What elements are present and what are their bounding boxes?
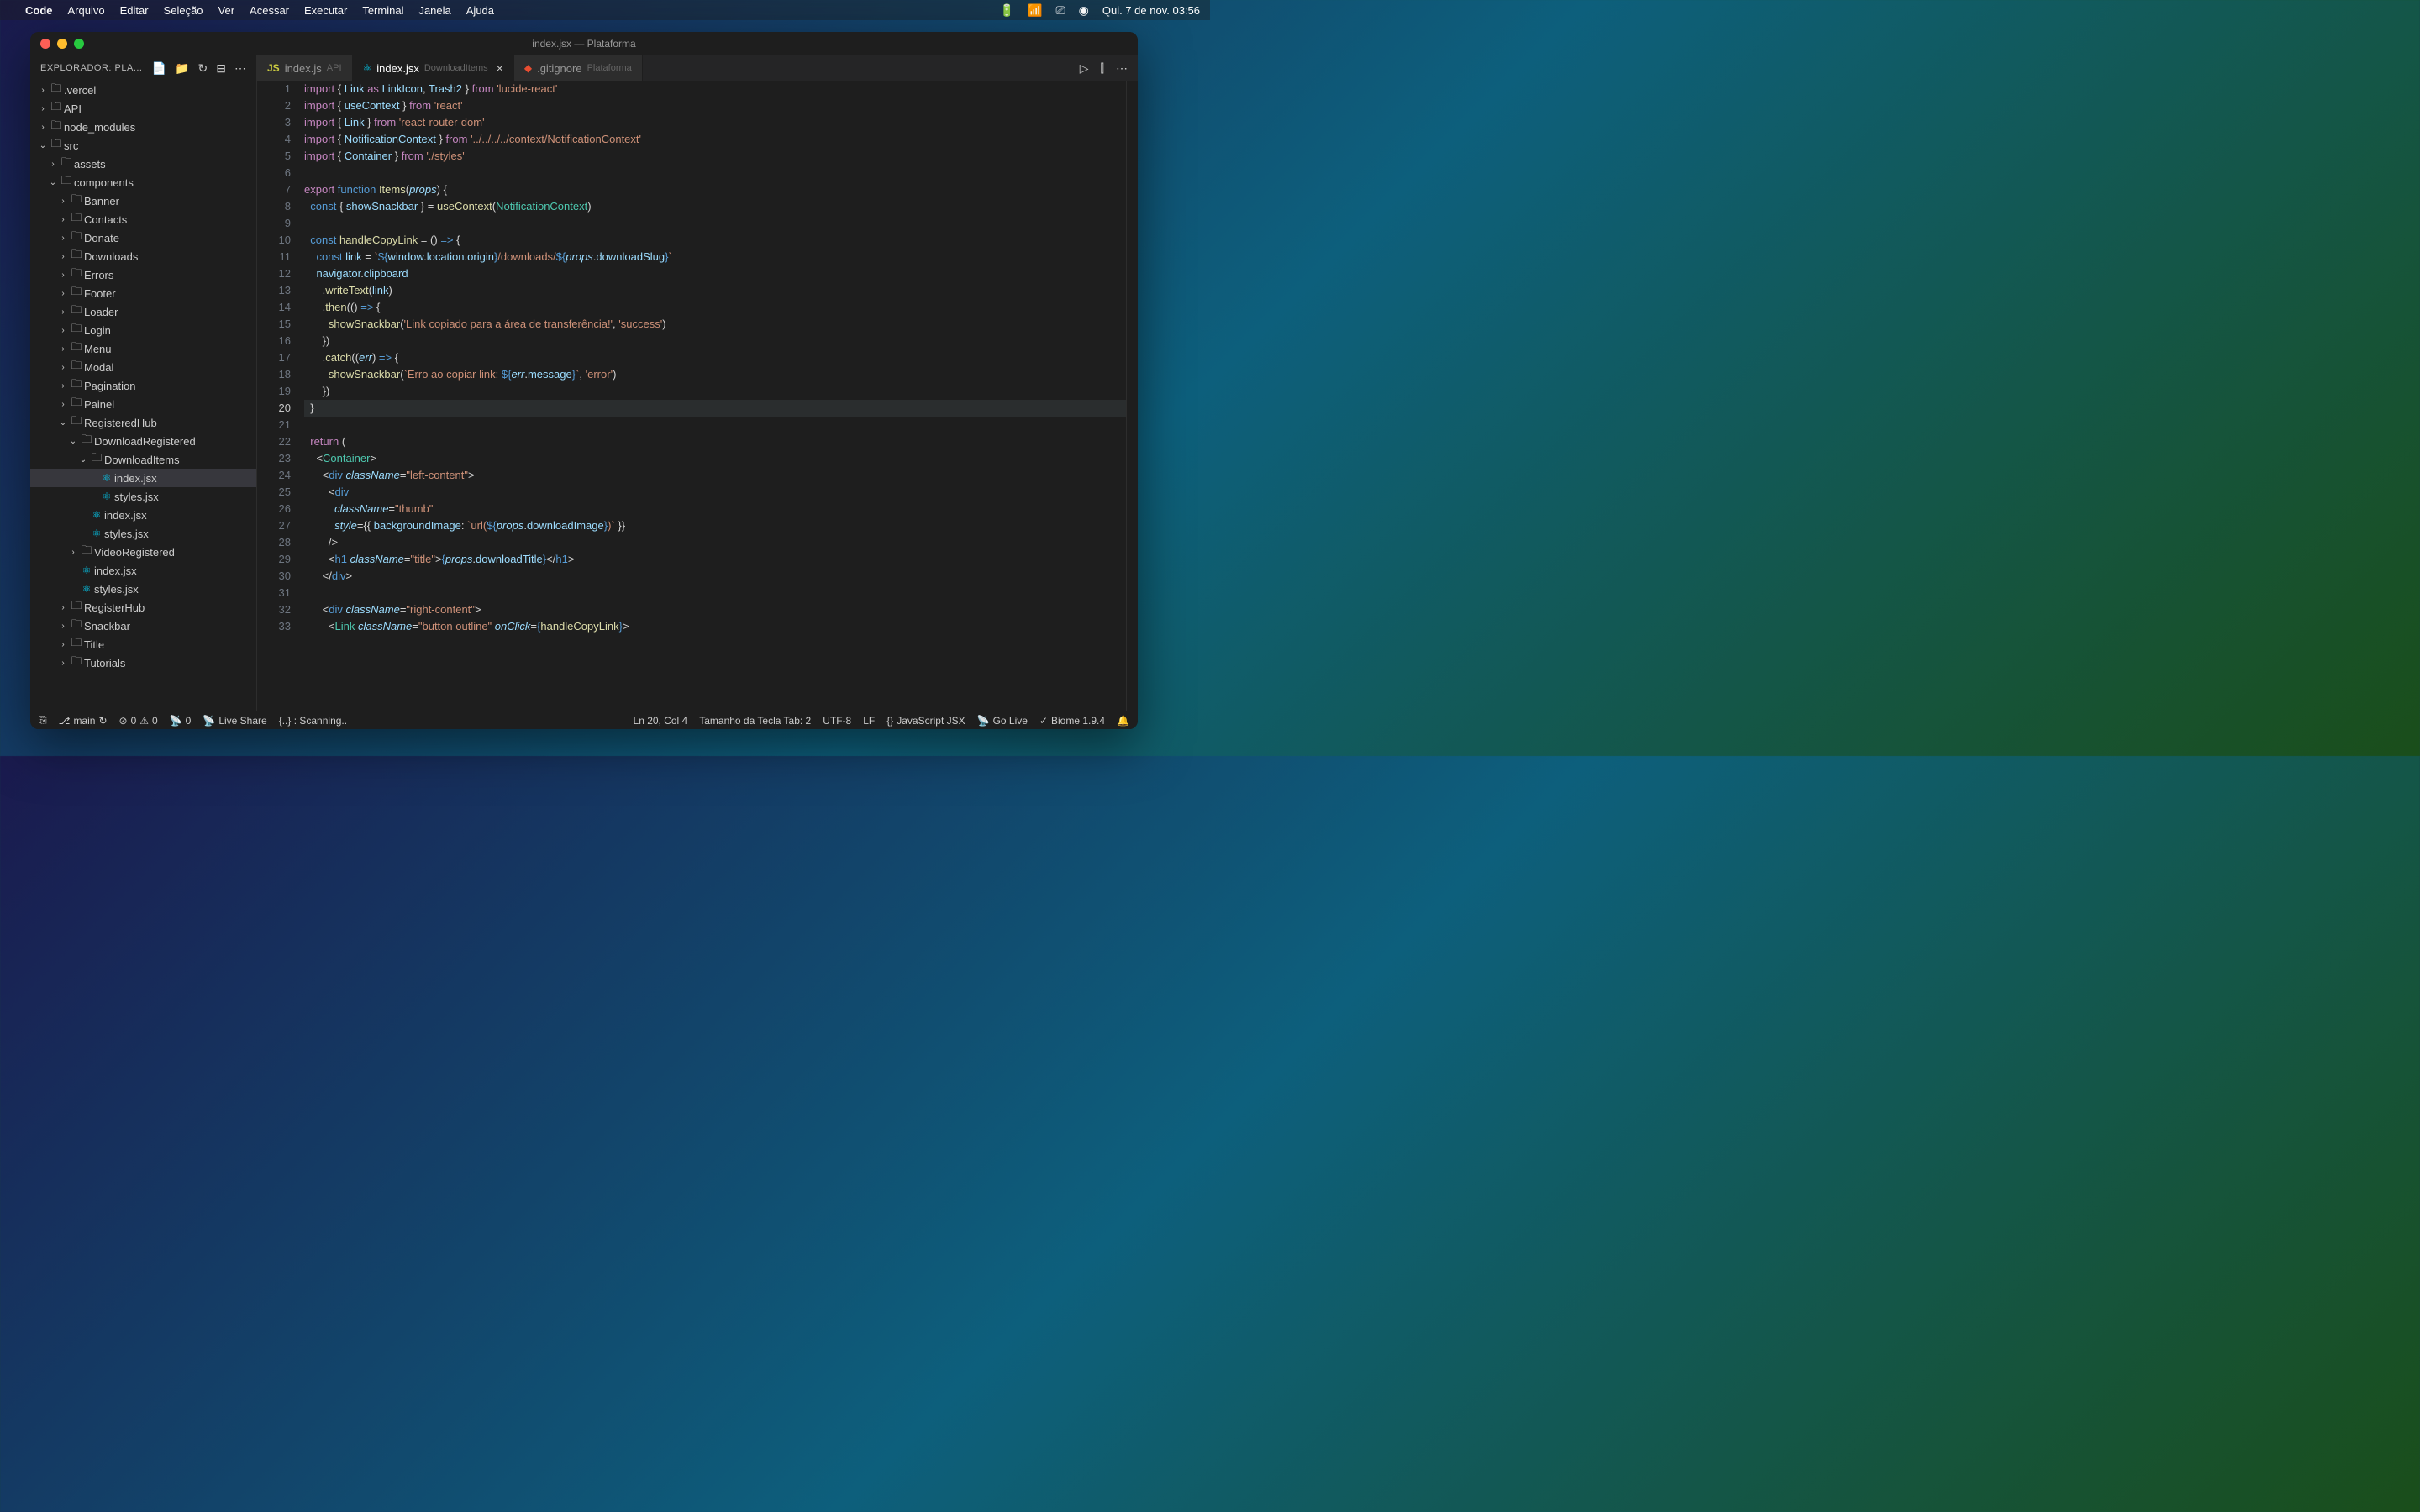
notifications-icon[interactable]: 🔔 bbox=[1117, 715, 1129, 727]
tree-item-videoregistered[interactable]: ›🗀VideoRegistered bbox=[30, 543, 256, 561]
tree-item-downloadregistered[interactable]: ⌄🗀DownloadRegistered bbox=[30, 432, 256, 450]
window-minimize-button[interactable] bbox=[57, 39, 67, 49]
menubar-item-terminal[interactable]: Terminal bbox=[362, 4, 403, 17]
collapse-icon[interactable]: ⊟ bbox=[216, 61, 226, 76]
menubar-item-arquivo[interactable]: Arquivo bbox=[68, 4, 105, 17]
tree-item-src[interactable]: ⌄🗀src bbox=[30, 136, 256, 155]
menubar-item-editar[interactable]: Editar bbox=[120, 4, 149, 17]
tree-item-api[interactable]: ›🗀API bbox=[30, 99, 256, 118]
tab-close-icon[interactable]: × bbox=[497, 61, 503, 75]
tabs-more-icon[interactable]: ⋯ bbox=[1116, 61, 1128, 76]
minimap[interactable] bbox=[1126, 81, 1138, 711]
tree-item-login[interactable]: ›🗀Login bbox=[30, 321, 256, 339]
tab--gitignore[interactable]: ◆.gitignorePlataforma bbox=[514, 55, 643, 81]
tree-item-index-jsx[interactable]: ⚛index.jsx bbox=[30, 506, 256, 524]
refresh-icon[interactable]: ↻ bbox=[198, 61, 208, 76]
editor-area: JSindex.jsAPI⚛index.jsxDownloadItems×◆.g… bbox=[257, 55, 1138, 711]
tree-item-styles-jsx[interactable]: ⚛styles.jsx bbox=[30, 580, 256, 598]
split-icon[interactable]: ⫿ bbox=[1101, 61, 1104, 76]
tree-item-menu[interactable]: ›🗀Menu bbox=[30, 339, 256, 358]
file-tree: ›🗀.vercel›🗀API›🗀node_modules⌄🗀src›🗀asset… bbox=[30, 81, 256, 711]
status-bar: ⎘ ⎇ main ↻ ⊘ 0 ⚠ 0 📡 0 📡 Live Share {..}… bbox=[30, 711, 1138, 729]
git-branch[interactable]: ⎇ main ↻ bbox=[59, 715, 108, 727]
editor-tabs: JSindex.jsAPI⚛index.jsxDownloadItems×◆.g… bbox=[257, 55, 1138, 81]
tree-item-components[interactable]: ⌄🗀components bbox=[30, 173, 256, 192]
tree-item-registeredhub[interactable]: ⌄🗀RegisteredHub bbox=[30, 413, 256, 432]
tree-item-banner[interactable]: ›🗀Banner bbox=[30, 192, 256, 210]
menubar-item-janela[interactable]: Janela bbox=[418, 4, 450, 17]
tree-item-styles-jsx[interactable]: ⚛styles.jsx bbox=[30, 524, 256, 543]
tree-item-painel[interactable]: ›🗀Painel bbox=[30, 395, 256, 413]
tab-index-jsx[interactable]: ⚛index.jsxDownloadItems× bbox=[353, 55, 514, 81]
new-folder-icon[interactable]: 📁 bbox=[175, 61, 189, 76]
cursor-position[interactable]: Ln 20, Col 4 bbox=[634, 715, 688, 727]
more-icon[interactable]: ⋯ bbox=[234, 61, 246, 76]
tab-index-js[interactable]: JSindex.jsAPI bbox=[257, 55, 353, 81]
tree-item-modal[interactable]: ›🗀Modal bbox=[30, 358, 256, 376]
window-titlebar: index.jsx — Plataforma bbox=[30, 32, 1138, 55]
tree-item-contacts[interactable]: ›🗀Contacts bbox=[30, 210, 256, 228]
biome[interactable]: ✓ Biome 1.9.4 bbox=[1039, 715, 1105, 727]
remote-icon[interactable]: ⎘ bbox=[39, 714, 47, 727]
menubar-item-selecao[interactable]: Seleção bbox=[164, 4, 203, 17]
tree-item-tutorials[interactable]: ›🗀Tutorials bbox=[30, 654, 256, 672]
tree-item-snackbar[interactable]: ›🗀Snackbar bbox=[30, 617, 256, 635]
siri-icon[interactable]: ◉ bbox=[1079, 3, 1089, 18]
menubar-item-executar[interactable]: Executar bbox=[304, 4, 347, 17]
macos-menubar: Code Arquivo Editar Seleção Ver Acessar … bbox=[0, 0, 1210, 20]
tree-item-loader[interactable]: ›🗀Loader bbox=[30, 302, 256, 321]
explorer-title: EXPLORADOR: PLA... bbox=[40, 63, 152, 73]
tree-item-styles-jsx[interactable]: ⚛styles.jsx bbox=[30, 487, 256, 506]
tree-item-registerhub[interactable]: ›🗀RegisterHub bbox=[30, 598, 256, 617]
eol[interactable]: LF bbox=[863, 715, 875, 727]
tree-item-donate[interactable]: ›🗀Donate bbox=[30, 228, 256, 247]
tree-item-assets[interactable]: ›🗀assets bbox=[30, 155, 256, 173]
window-title: index.jsx — Plataforma bbox=[532, 38, 635, 50]
tree-item-title[interactable]: ›🗀Title bbox=[30, 635, 256, 654]
run-icon[interactable]: ▷ bbox=[1080, 61, 1089, 76]
menubar-item-acessar[interactable]: Acessar bbox=[250, 4, 289, 17]
window-maximize-button[interactable] bbox=[74, 39, 84, 49]
tree-item--vercel[interactable]: ›🗀.vercel bbox=[30, 81, 256, 99]
line-gutter: 1234567891011121314151617181920212223242… bbox=[257, 81, 304, 711]
battery-icon[interactable]: 🔋 bbox=[1000, 3, 1014, 18]
tree-item-index-jsx[interactable]: ⚛index.jsx bbox=[30, 469, 256, 487]
menubar-app-name[interactable]: Code bbox=[25, 4, 53, 17]
problems-indicator[interactable]: ⊘ 0 ⚠ 0 bbox=[119, 715, 158, 727]
tree-item-node_modules[interactable]: ›🗀node_modules bbox=[30, 118, 256, 136]
vscode-window: index.jsx — Plataforma EXPLORADOR: PLA..… bbox=[30, 32, 1138, 729]
tree-item-downloads[interactable]: ›🗀Downloads bbox=[30, 247, 256, 265]
tree-item-footer[interactable]: ›🗀Footer bbox=[30, 284, 256, 302]
window-close-button[interactable] bbox=[40, 39, 50, 49]
menubar-item-ver[interactable]: Ver bbox=[218, 4, 235, 17]
encoding[interactable]: UTF-8 bbox=[823, 715, 851, 727]
go-live[interactable]: 📡 Go Live bbox=[977, 715, 1028, 727]
tree-item-errors[interactable]: ›🗀Errors bbox=[30, 265, 256, 284]
menubar-item-ajuda[interactable]: Ajuda bbox=[466, 4, 494, 17]
live-share[interactable]: 📡 Live Share bbox=[203, 715, 266, 727]
new-file-icon[interactable]: 📄 bbox=[152, 61, 166, 76]
ports-indicator[interactable]: 📡 0 bbox=[170, 715, 192, 727]
tab-size[interactable]: Tamanho da Tecla Tab: 2 bbox=[699, 715, 811, 727]
tree-item-pagination[interactable]: ›🗀Pagination bbox=[30, 376, 256, 395]
wifi-icon[interactable]: 📶 bbox=[1028, 3, 1042, 18]
tree-item-downloaditems[interactable]: ⌄🗀DownloadItems bbox=[30, 450, 256, 469]
explorer-sidebar: EXPLORADOR: PLA... 📄 📁 ↻ ⊟ ⋯ ›🗀.vercel›🗀… bbox=[30, 55, 257, 711]
language-mode[interactable]: {} JavaScript JSX bbox=[886, 715, 965, 727]
code-content[interactable]: import { Link as LinkIcon, Trash2 } from… bbox=[304, 81, 1126, 711]
scanning-indicator[interactable]: {..} : Scanning.. bbox=[279, 715, 347, 727]
control-center-icon[interactable]: ⎚ bbox=[1055, 3, 1065, 18]
menubar-datetime[interactable]: Qui. 7 de nov. 03:56 bbox=[1102, 4, 1200, 17]
code-editor[interactable]: 1234567891011121314151617181920212223242… bbox=[257, 81, 1138, 711]
tree-item-index-jsx[interactable]: ⚛index.jsx bbox=[30, 561, 256, 580]
